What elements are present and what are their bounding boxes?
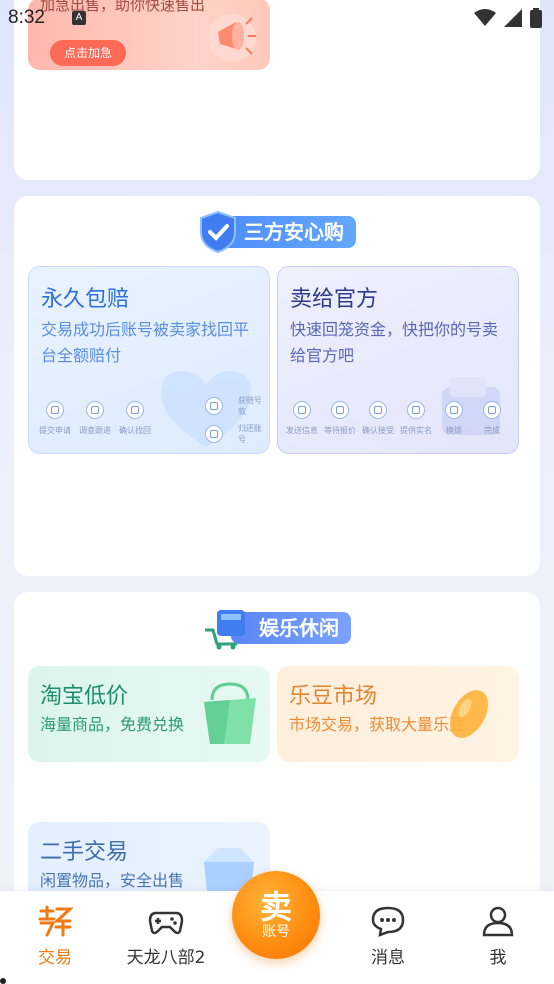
tile-subtitle: 快速回笼资金，快把你的号卖给官方吧 bbox=[290, 320, 499, 365]
step-item: 换绑 bbox=[436, 401, 472, 436]
step-item: 调查跟进 bbox=[77, 401, 113, 436]
compensation-steps: 提交申请 调查跟进 确认找回 bbox=[37, 401, 153, 436]
shield-check-icon bbox=[200, 210, 236, 254]
tile-title: 乐豆市场 bbox=[289, 684, 378, 709]
permanent-compensation-tile[interactable]: 永久包赔 交易成功后账号被卖家找回平台全额赔付 提交申请 调查跟进 确认找回 获… bbox=[28, 266, 270, 454]
signal-icon bbox=[504, 9, 522, 27]
wifi-icon bbox=[474, 9, 496, 26]
tile-subtitle: 海量商品，免费兑换 bbox=[40, 715, 185, 734]
tile-title: 卖给官方 bbox=[290, 287, 379, 312]
tile-title: 二手交易 bbox=[40, 840, 129, 865]
chat-bubble-icon bbox=[371, 906, 405, 937]
step-item: 发送信息 bbox=[284, 401, 320, 436]
notification-icon: A bbox=[72, 11, 86, 25]
tile-title: 淘宝低价 bbox=[40, 684, 129, 709]
ledou-market-tile[interactable]: 乐豆市场 市场交易，获取大量乐豆 bbox=[277, 666, 519, 762]
taobao-discount-tile[interactable]: 淘宝低价 海量商品，免费兑换 bbox=[28, 666, 270, 762]
step-item: 提供实名 bbox=[398, 401, 434, 436]
step-item: 确认接受 bbox=[360, 401, 396, 436]
tile-subtitle: 交易成功后账号被卖家找回平台全额赔付 bbox=[41, 320, 250, 365]
battery-icon bbox=[530, 8, 542, 28]
compensation-branch-steps: 获赔号款 归还账号 bbox=[197, 395, 269, 445]
step-item: 完成 bbox=[474, 401, 510, 436]
entertainment-badge: 娱乐休闲 bbox=[203, 606, 351, 650]
corner-indicator bbox=[0, 978, 6, 984]
secure-purchase-section: 三方安心购 永久包赔 交易成功后账号被卖家找回平台全额赔付 提交申请 调查跟进 … bbox=[14, 196, 540, 576]
sell-account-button[interactable]: 卖 账号 bbox=[232, 871, 320, 959]
sell-steps: 发送信息 等待报价 确认接受 提供实名 换绑 完成 bbox=[284, 401, 510, 436]
shopping-bag-icon bbox=[204, 682, 256, 744]
sell-button-sublabel: 账号 bbox=[262, 924, 290, 940]
tab-game[interactable]: 天龙八部2 bbox=[116, 905, 216, 968]
bean-icon bbox=[450, 690, 488, 738]
shop-cart-icon bbox=[205, 610, 245, 650]
tab-label: 交易 bbox=[38, 948, 72, 968]
tab-me[interactable]: 我 bbox=[448, 905, 548, 968]
gamepad-icon bbox=[148, 911, 184, 935]
secure-purchase-badge: 三方安心购 bbox=[198, 210, 356, 254]
step-item: 提交申请 bbox=[37, 401, 73, 436]
step-item: 确认找回 bbox=[117, 401, 153, 436]
tab-label: 天龙八部2 bbox=[126, 948, 206, 968]
user-icon bbox=[482, 906, 514, 937]
status-bar: 8:32 A bbox=[0, 0, 554, 36]
tab-label: 消息 bbox=[371, 948, 405, 968]
tab-trade[interactable]: 交易 bbox=[5, 905, 105, 968]
sell-to-official-tile[interactable]: 卖给官方 快速回笼资金，快把你的号卖给官方吧 发送信息 等待报价 确认接受 提供… bbox=[277, 266, 519, 454]
sell-button-label: 卖 bbox=[259, 888, 292, 926]
tab-messages[interactable]: 消息 bbox=[338, 905, 438, 968]
trade-icon bbox=[38, 905, 73, 937]
tile-title: 永久包赔 bbox=[41, 287, 130, 312]
status-time: 8:32 bbox=[8, 7, 45, 28]
tab-label: 我 bbox=[489, 948, 507, 968]
step-item: 等待报价 bbox=[322, 401, 358, 436]
urgent-sale-button[interactable]: 点击加急 bbox=[50, 40, 126, 66]
